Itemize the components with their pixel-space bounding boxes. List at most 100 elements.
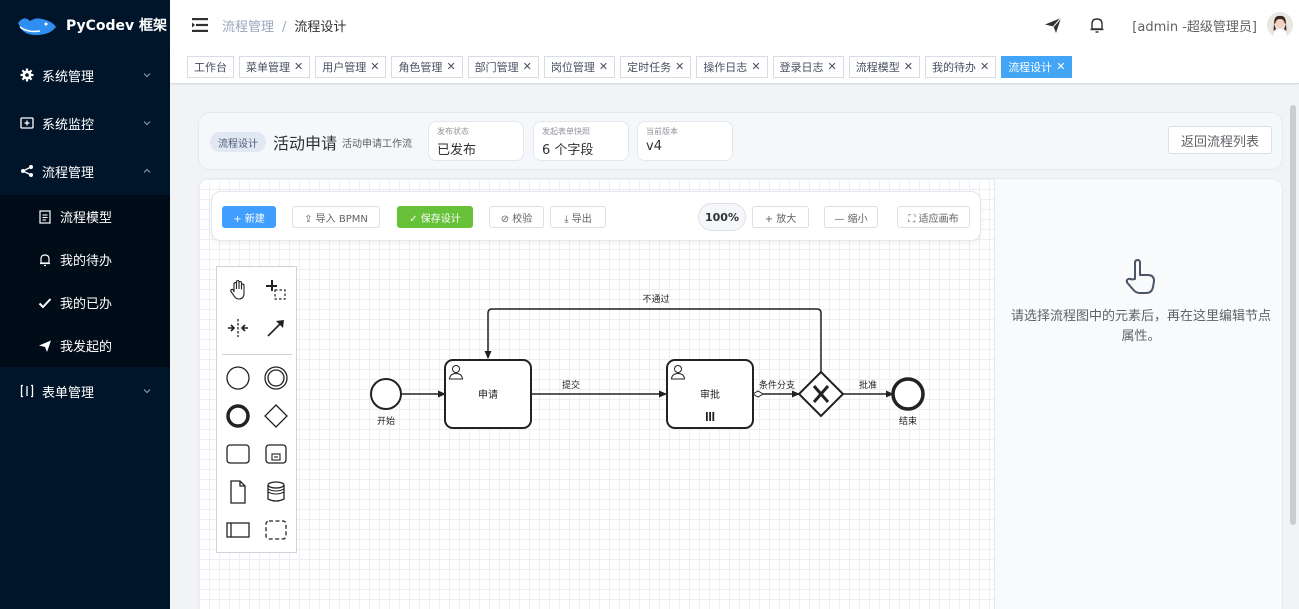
palette-divider bbox=[222, 354, 292, 355]
meta-value: 6 个字段 bbox=[542, 143, 594, 158]
tag-item[interactable]: 工作台 bbox=[187, 55, 234, 78]
tag-item[interactable]: 岗位管理 ✕ bbox=[543, 55, 616, 78]
sidebar-item-workflow[interactable]: 流程管理 bbox=[0, 147, 170, 195]
designer-card: 开始 申请 提交 审批 条件分支 批准 不通过 结束 + 新建 ⇪ 导入 BPM… bbox=[198, 178, 1283, 609]
zoom-out-button[interactable]: — 缩小 bbox=[824, 206, 878, 228]
main-scrollbar[interactable] bbox=[1290, 105, 1296, 525]
tag-item[interactable]: 操作日志 ✕ bbox=[696, 55, 768, 78]
gateway-tool-icon[interactable] bbox=[261, 401, 291, 431]
pool-tool-icon[interactable] bbox=[223, 515, 253, 545]
close-icon[interactable]: ✕ bbox=[523, 60, 532, 73]
tag-item[interactable]: 流程模型 ✕ bbox=[848, 55, 920, 78]
sidebar-item-system[interactable]: 系统管理 bbox=[0, 51, 170, 99]
meta-label: 当前版本 bbox=[646, 127, 678, 136]
bell-icon[interactable] bbox=[1088, 16, 1106, 34]
zoom-in-button[interactable]: + 放大 bbox=[752, 206, 809, 228]
hamburger-menu-icon[interactable] bbox=[192, 18, 208, 32]
flow-info-card: 流程设计 活动申请 活动申请工作流 发布状态 已发布 发起表单快照 6 个字段 … bbox=[198, 112, 1283, 170]
intermediate-event-tool-icon[interactable] bbox=[261, 363, 291, 393]
task-tool-icon[interactable] bbox=[223, 439, 253, 469]
monitor-icon bbox=[20, 116, 34, 130]
end-event[interactable] bbox=[891, 377, 925, 411]
sidebar: PyCodev 框架 系统管理 系统监控 流程管理 流程模型 我的待办 我的已办… bbox=[0, 0, 170, 609]
whale-logo-icon bbox=[18, 18, 56, 35]
lasso-tool-icon[interactable] bbox=[261, 275, 291, 305]
tag-item[interactable]: 登录日志 ✕ bbox=[772, 55, 844, 78]
close-icon[interactable]: ✕ bbox=[751, 60, 760, 73]
tag-item[interactable]: 部门管理 ✕ bbox=[467, 55, 539, 78]
tag-item[interactable]: 定时任务 ✕ bbox=[620, 55, 692, 78]
sidebar-item-label: 系统管理 bbox=[42, 69, 95, 85]
flow-reject-label: 不通过 bbox=[642, 293, 669, 305]
space-tool-icon[interactable] bbox=[223, 313, 253, 343]
form-icon bbox=[20, 384, 34, 398]
data-store-tool-icon[interactable] bbox=[261, 477, 291, 507]
start-event[interactable] bbox=[370, 378, 402, 410]
sidebar-item-my-done[interactable]: 我的已办 bbox=[0, 281, 170, 324]
flow-default-marker bbox=[752, 390, 764, 398]
user-name[interactable]: [admin -超级管理员] bbox=[1132, 16, 1257, 35]
import-bpmn-button[interactable]: ⇪ 导入 BPMN bbox=[292, 206, 380, 228]
validate-button[interactable]: ⊘ 校验 bbox=[489, 206, 544, 228]
user-task-apply-label: 申请 bbox=[478, 388, 498, 401]
end-event-label: 结束 bbox=[899, 415, 917, 427]
close-icon[interactable]: ✕ bbox=[599, 60, 608, 73]
flow-reject[interactable] bbox=[484, 308, 822, 372]
start-event-label: 开始 bbox=[377, 415, 395, 427]
connect-tool-icon[interactable] bbox=[261, 313, 291, 343]
tag-item[interactable]: 菜单管理 ✕ bbox=[239, 55, 311, 78]
meta-value: v4 bbox=[646, 139, 662, 154]
meta-label: 发起表单快照 bbox=[542, 127, 590, 136]
workflow-submenu: 流程模型 我的待办 我的已办 我发起的 bbox=[0, 195, 170, 367]
sidebar-item-flow-model[interactable]: 流程模型 bbox=[0, 195, 170, 238]
tag-label: 定时任务 bbox=[627, 60, 672, 74]
chevron-down-icon bbox=[143, 121, 151, 126]
page-subtitle: 活动申请工作流 bbox=[342, 139, 412, 150]
pointer-hand-icon bbox=[1125, 259, 1155, 294]
sidebar-item-label: 系统监控 bbox=[42, 117, 95, 133]
sidebar-item-my-todo[interactable]: 我的待办 bbox=[0, 238, 170, 281]
close-icon[interactable]: ✕ bbox=[675, 60, 684, 73]
close-icon[interactable]: ✕ bbox=[980, 60, 989, 73]
tag-label: 用户管理 bbox=[322, 60, 367, 74]
bpmn-diagram: 开始 申请 提交 审批 条件分支 批准 不通过 结束 bbox=[370, 293, 925, 429]
save-design-button[interactable]: ✓ 保存设计 bbox=[397, 206, 473, 228]
send-icon bbox=[38, 339, 52, 353]
close-icon[interactable]: ✕ bbox=[1056, 60, 1065, 73]
app-logo[interactable]: PyCodev 框架 bbox=[0, 0, 170, 50]
tag-label: 菜单管理 bbox=[246, 60, 290, 74]
tag-item[interactable]: 用户管理 ✕ bbox=[315, 55, 387, 78]
start-event-tool-icon[interactable] bbox=[223, 363, 253, 393]
back-to-list-button[interactable]: 返回流程列表 bbox=[1167, 126, 1272, 154]
tag-item[interactable]: 角色管理 ✕ bbox=[391, 55, 463, 78]
design-tag: 流程设计 bbox=[210, 132, 266, 152]
meta-publish-status: 发布状态 已发布 bbox=[428, 121, 524, 161]
tag-active[interactable]: 流程设计 ✕ bbox=[1001, 55, 1073, 78]
group-tool-icon[interactable] bbox=[261, 515, 291, 545]
breadcrumb-item[interactable]: 流程管理 bbox=[222, 20, 274, 35]
sidebar-item-monitor[interactable]: 系统监控 bbox=[0, 99, 170, 147]
end-event-tool-icon[interactable] bbox=[223, 401, 253, 431]
close-icon[interactable]: ✕ bbox=[828, 60, 837, 73]
tag-item[interactable]: 我的待办 ✕ bbox=[924, 55, 997, 78]
close-icon[interactable]: ✕ bbox=[294, 60, 303, 73]
bpmn-palette bbox=[216, 266, 297, 553]
avatar[interactable] bbox=[1267, 12, 1293, 38]
data-object-tool-icon[interactable] bbox=[223, 477, 253, 507]
export-button[interactable]: ⤓ 导出 bbox=[550, 206, 606, 228]
bell-icon bbox=[38, 253, 52, 267]
close-icon[interactable]: ✕ bbox=[904, 60, 913, 73]
breadcrumb-current: 流程设计 bbox=[294, 19, 347, 35]
subprocess-tool-icon[interactable] bbox=[261, 439, 291, 469]
hand-tool-icon[interactable] bbox=[223, 275, 253, 305]
tag-label: 角色管理 bbox=[398, 60, 443, 74]
new-button[interactable]: + 新建 bbox=[222, 206, 276, 228]
tags-view: 工作台 菜单管理 ✕ 用户管理 ✕ 角色管理 ✕ 部门管理 ✕ 岗位管理 ✕ 定时任务 ✕ 操作日志 ✕ 登录… bbox=[170, 50, 1299, 84]
close-icon[interactable]: ✕ bbox=[446, 60, 455, 73]
user-task-review-label: 审批 bbox=[700, 388, 720, 401]
close-icon[interactable]: ✕ bbox=[370, 60, 379, 73]
sidebar-item-my-started[interactable]: 我发起的 bbox=[0, 324, 170, 367]
fit-canvas-button[interactable]: ⛶ 适应画布 bbox=[897, 206, 970, 228]
sidebar-item-form[interactable]: 表单管理 bbox=[0, 367, 170, 415]
send-icon[interactable] bbox=[1044, 16, 1062, 34]
